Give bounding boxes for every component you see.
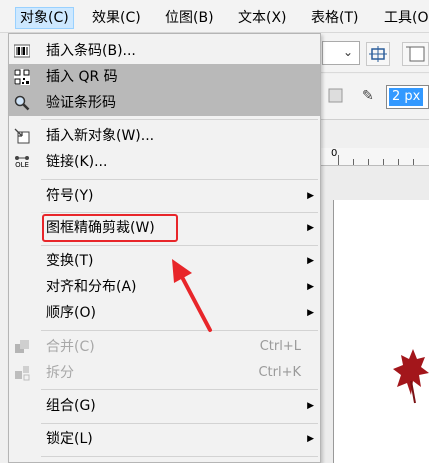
qr-code-icon bbox=[14, 69, 30, 85]
menu-item-label: 变换(T) bbox=[46, 253, 94, 269]
menu-item-label: 拆分 bbox=[46, 365, 74, 381]
menu-item-symbol[interactable]: 符号(Y) ▶ bbox=[9, 183, 320, 209]
barcode-icon bbox=[14, 43, 30, 59]
menu-tools[interactable]: 工具(O bbox=[380, 7, 429, 29]
break-apart-icon bbox=[14, 365, 30, 381]
shortcut-label: Ctrl+K bbox=[258, 365, 301, 380]
submenu-arrow-icon: ▶ bbox=[307, 223, 314, 233]
menu-table[interactable]: 表格(T) bbox=[307, 7, 362, 29]
object-menu: 插入条码(B)... 插入 QR 码 验证条形码 插入新对象(W)... OLE… bbox=[8, 33, 321, 463]
menu-item-label: 顺序(O) bbox=[46, 305, 96, 321]
menu-item-label: 对齐和分布(A) bbox=[46, 279, 137, 295]
magnifier-icon bbox=[14, 95, 30, 111]
menu-separator bbox=[41, 212, 318, 213]
outline-width-input[interactable]: 2 px bbox=[386, 85, 429, 109]
menu-item-label: 符号(Y) bbox=[46, 188, 94, 204]
submenu-arrow-icon: ▶ bbox=[307, 434, 314, 444]
ole-icon: OLE bbox=[14, 154, 30, 170]
menu-item-label: 链接(K)... bbox=[46, 154, 108, 170]
menu-item-insert-new-object[interactable]: 插入新对象(W)... bbox=[9, 123, 320, 149]
menu-item-label: 插入 QR 码 bbox=[46, 69, 118, 85]
menu-separator bbox=[41, 119, 318, 120]
pen-icon: ✎ bbox=[362, 88, 374, 104]
menu-bar: 对象(C) 效果(C) 位图(B) 文本(X) 表格(T) 工具(O bbox=[0, 0, 429, 33]
menu-item-insert-barcode[interactable]: 插入条码(B)... bbox=[9, 38, 320, 64]
menu-item-links[interactable]: OLE 链接(K)... bbox=[9, 149, 320, 175]
submenu-arrow-icon: ▶ bbox=[307, 401, 314, 411]
menu-item-label: 插入条码(B)... bbox=[46, 43, 136, 59]
annotation-highlight-box bbox=[42, 214, 178, 242]
menu-separator bbox=[41, 245, 318, 246]
outline-icon bbox=[328, 88, 343, 103]
page-frame-icon bbox=[406, 46, 425, 62]
insert-object-icon bbox=[14, 128, 30, 144]
menu-item-combine[interactable]: 合并(C) Ctrl+L bbox=[9, 334, 320, 360]
menu-item-label: 锁定(L) bbox=[46, 431, 93, 447]
menu-separator bbox=[41, 389, 318, 390]
menu-item-lock[interactable]: 锁定(L) ▶ bbox=[9, 426, 320, 452]
menu-item-label: 合并(C) bbox=[46, 339, 95, 355]
menu-item-break-apart[interactable]: 拆分 Ctrl+K bbox=[9, 360, 320, 386]
menu-separator bbox=[41, 179, 318, 180]
document-page[interactable] bbox=[333, 200, 429, 463]
menu-item-insert-qr-code[interactable]: 插入 QR 码 bbox=[9, 64, 320, 90]
menu-item-validate-barcode[interactable]: 验证条形码 bbox=[9, 90, 320, 116]
submenu-arrow-icon: ▶ bbox=[307, 282, 314, 292]
menu-object[interactable]: 对象(C) bbox=[15, 7, 74, 29]
annotation-arrow-icon bbox=[172, 259, 212, 332]
maple-leaf-graphic[interactable] bbox=[393, 345, 429, 405]
options-button[interactable] bbox=[402, 42, 429, 66]
chevron-down-icon: ⌄ bbox=[342, 45, 353, 59]
menu-bitmaps[interactable]: 位图(B) bbox=[161, 7, 218, 29]
menu-item-group[interactable]: 组合(G) ▶ bbox=[9, 393, 320, 419]
menu-text[interactable]: 文本(X) bbox=[234, 7, 291, 29]
combine-icon bbox=[14, 339, 30, 355]
outline-button[interactable] bbox=[326, 86, 350, 110]
submenu-arrow-icon: ▶ bbox=[307, 256, 314, 266]
menu-item-label: 组合(G) bbox=[46, 398, 96, 414]
submenu-arrow-icon: ▶ bbox=[307, 191, 314, 201]
menu-effects[interactable]: 效果(C) bbox=[88, 7, 145, 29]
menu-item-label: 验证条形码 bbox=[46, 95, 116, 111]
horizontal-ruler: 0 bbox=[318, 148, 429, 166]
submenu-arrow-icon: ▶ bbox=[307, 308, 314, 318]
menu-separator bbox=[41, 423, 318, 424]
menu-item-label: 插入新对象(W)... bbox=[46, 128, 155, 144]
snap-button[interactable] bbox=[366, 42, 390, 66]
snap-icon bbox=[369, 46, 387, 62]
shortcut-label: Ctrl+L bbox=[259, 339, 301, 354]
zoom-combo[interactable]: ⌄ bbox=[322, 41, 360, 65]
menu-separator bbox=[41, 456, 318, 457]
